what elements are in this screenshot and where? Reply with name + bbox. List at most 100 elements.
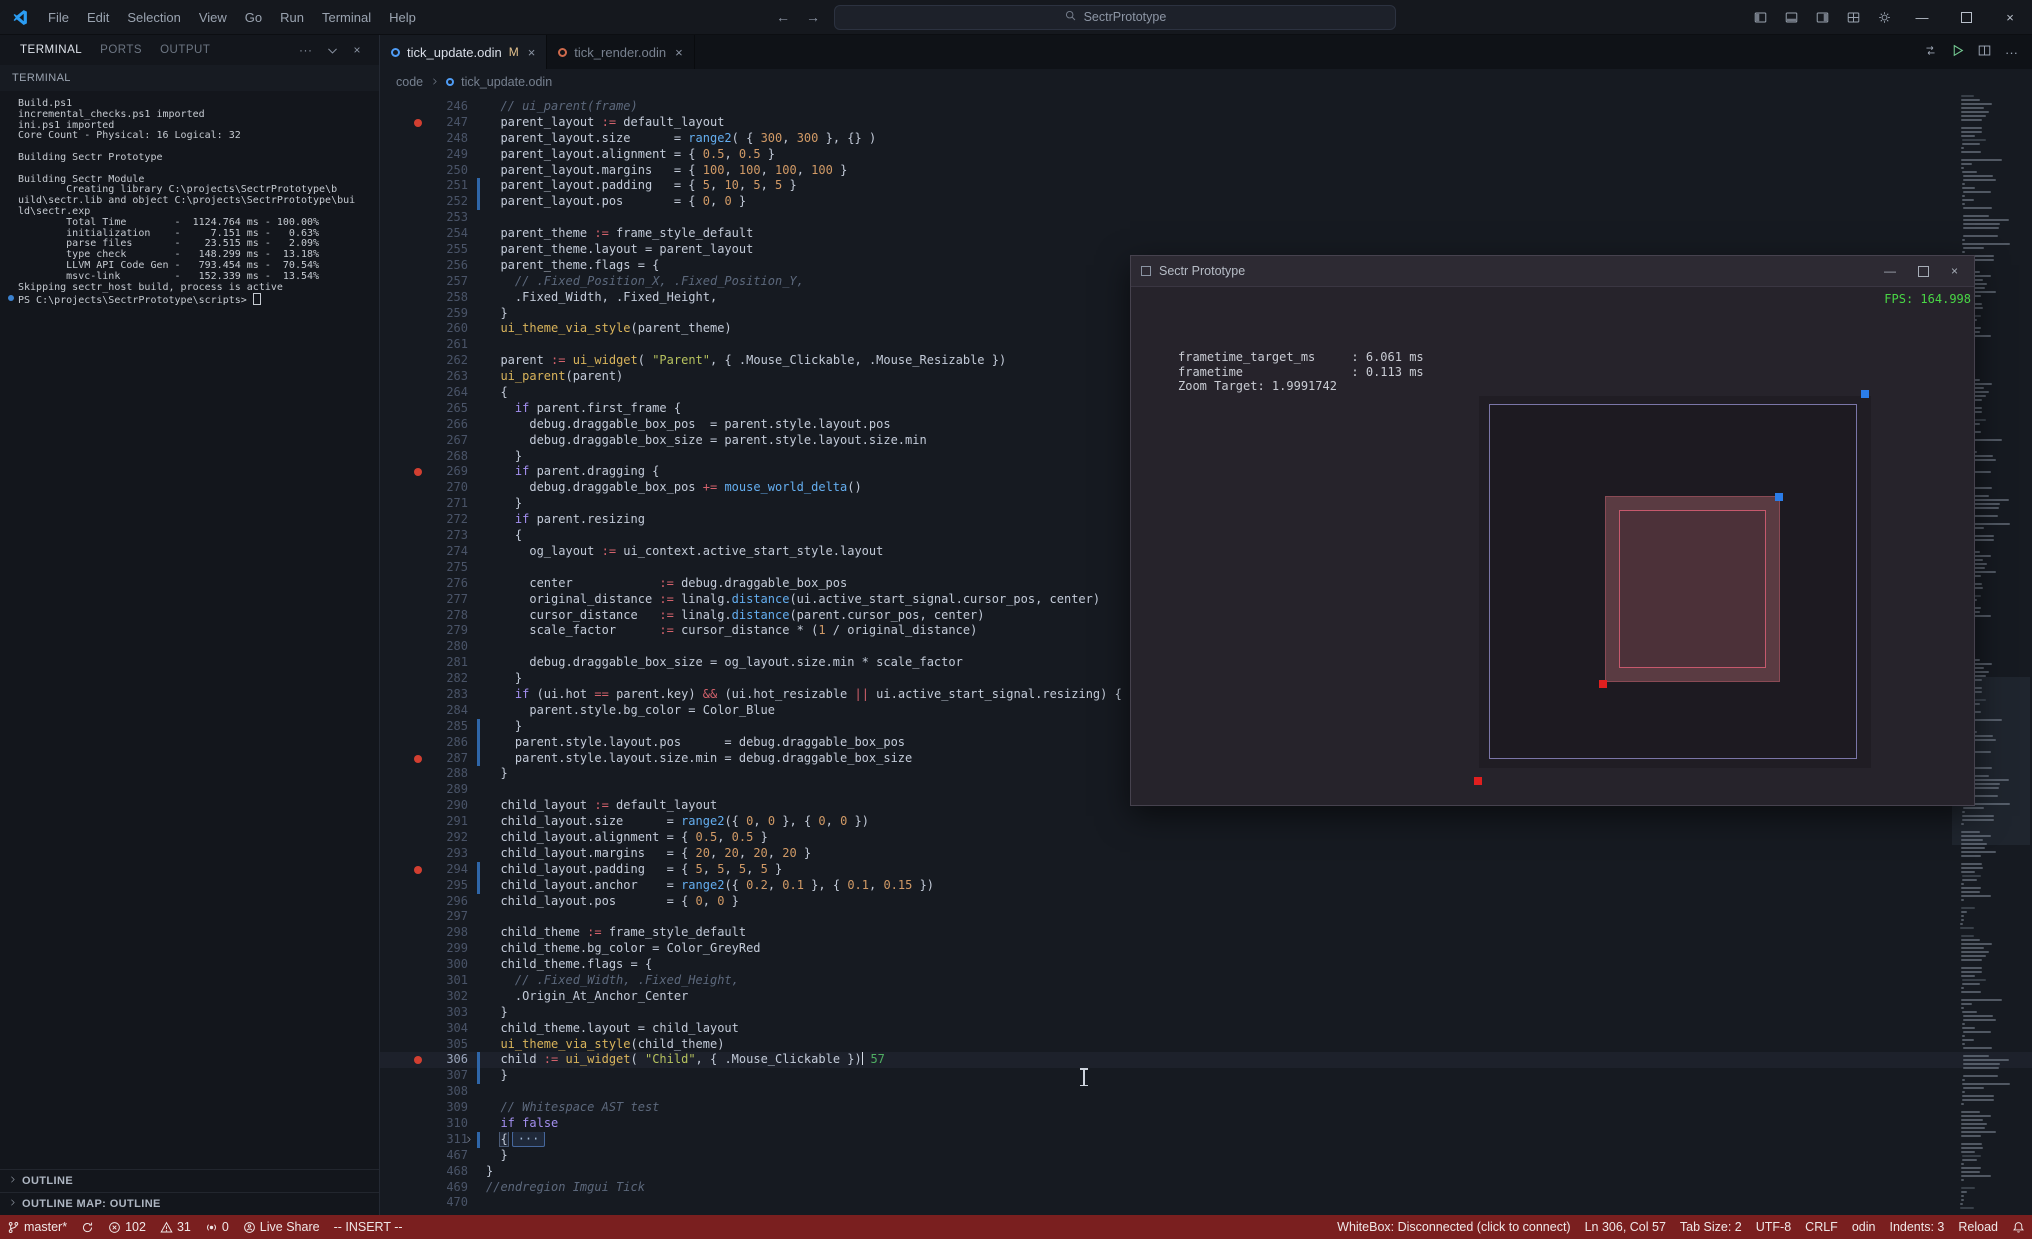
line-number[interactable]: 270 [380, 480, 468, 496]
line-number[interactable]: 267 [380, 433, 468, 449]
breadcrumb[interactable]: code tick_update.odin [380, 69, 2032, 95]
panel-tab-output[interactable]: OUTPUT [152, 35, 218, 65]
notifications-bell[interactable] [2005, 1215, 2032, 1239]
fold-chevron-icon[interactable] [464, 1133, 473, 1149]
code-line-311[interactable]: 311 {··· [380, 1131, 2032, 1149]
breadcrumb-file[interactable]: tick_update.odin [461, 75, 552, 89]
terminal-section-header[interactable]: TERMINAL [0, 65, 379, 91]
code-line-304[interactable]: 304 child_theme.layout = child_layout [380, 1021, 2032, 1037]
code-line-309[interactable]: 309 // Whitespace AST test [380, 1100, 2032, 1116]
code-line-248[interactable]: 248 parent_layout.size = range2( { 300, … [380, 131, 2032, 147]
code-line-249[interactable]: 249 parent_layout.alignment = { 0.5, 0.5… [380, 147, 2032, 163]
line-number[interactable]: 299 [380, 941, 468, 957]
line-number[interactable]: 263 [380, 369, 468, 385]
menu-terminal[interactable]: Terminal [313, 0, 380, 35]
line-number[interactable]: 289 [380, 782, 468, 798]
line-number[interactable]: 310 [380, 1116, 468, 1132]
sync-changes-button[interactable] [74, 1215, 101, 1239]
chevron-down-icon[interactable] [320, 44, 345, 57]
code-line-250[interactable]: 250 parent_layout.margins = { 100, 100, … [380, 163, 2032, 179]
tab-size-indicator[interactable]: Tab Size: 2 [1673, 1215, 1749, 1239]
line-number[interactable]: 284 [380, 703, 468, 719]
folded-region-pill[interactable]: ··· [511, 1131, 546, 1147]
line-number[interactable]: 255 [380, 242, 468, 258]
close-tab-icon[interactable]: × [675, 45, 683, 60]
line-number[interactable]: 261 [380, 337, 468, 353]
line-number[interactable]: 302 [380, 989, 468, 1005]
line-number[interactable]: 280 [380, 639, 468, 655]
line-number[interactable]: 273 [380, 528, 468, 544]
split-editor-icon[interactable] [1978, 44, 1991, 60]
line-number[interactable]: 269 [380, 464, 468, 480]
line-number[interactable]: 292 [380, 830, 468, 846]
reload-button[interactable]: Reload [1951, 1215, 2005, 1239]
line-number[interactable]: 259 [380, 306, 468, 322]
line-number[interactable]: 305 [380, 1037, 468, 1053]
line-number[interactable]: 268 [380, 449, 468, 465]
line-number[interactable]: 252 [380, 194, 468, 210]
code-line-246[interactable]: 246 // ui_parent(frame) [380, 99, 2032, 115]
layout-sidebar-left-icon[interactable] [1745, 11, 1776, 24]
code-line-468[interactable]: 468} [380, 1164, 2032, 1180]
line-number[interactable]: 249 [380, 147, 468, 163]
line-number[interactable]: 277 [380, 592, 468, 608]
eol-indicator[interactable]: CRLF [1798, 1215, 1845, 1239]
line-number[interactable]: 286 [380, 735, 468, 751]
debug-handle-red-dot[interactable] [1474, 777, 1482, 785]
vim-mode-indicator[interactable]: -- INSERT -- [327, 1215, 410, 1239]
line-number[interactable]: 272 [380, 512, 468, 528]
nav-forward-icon[interactable]: → [804, 9, 822, 25]
line-number[interactable]: 254 [380, 226, 468, 242]
code-line-251[interactable]: 251 parent_layout.padding = { 5, 10, 5, … [380, 178, 2032, 195]
code-line-295[interactable]: 295 child_layout.anchor = range2({ 0.2, … [380, 877, 2032, 894]
line-number[interactable]: 309 [380, 1100, 468, 1116]
code-line-254[interactable]: 254 parent_theme := frame_style_default [380, 226, 2032, 242]
line-number[interactable]: 275 [380, 560, 468, 576]
encoding-indicator[interactable]: UTF-8 [1749, 1215, 1798, 1239]
code-line-294[interactable]: 294 child_layout.padding = { 5, 5, 5, 5 … [380, 861, 2032, 878]
code-line-291[interactable]: 291 child_layout.size = range2({ 0, 0 },… [380, 814, 2032, 830]
code-line-299[interactable]: 299 child_theme.bg_color = Color_GreyRed [380, 941, 2032, 957]
line-number[interactable]: 468 [380, 1164, 468, 1180]
line-number[interactable]: 283 [380, 687, 468, 703]
close-tab-icon[interactable]: × [528, 45, 536, 60]
line-number[interactable]: 295 [380, 878, 468, 894]
sectr-maximize-button[interactable] [1917, 265, 1929, 277]
line-number[interactable]: 281 [380, 655, 468, 671]
menu-edit[interactable]: Edit [78, 0, 118, 35]
line-number[interactable]: 250 [380, 163, 468, 179]
code-line-308[interactable]: 308 [380, 1084, 2032, 1100]
line-number[interactable]: 247 [380, 115, 468, 131]
code-line-302[interactable]: 302 .Origin_At_Anchor_Center [380, 989, 2032, 1005]
terminal-output[interactable]: Build.ps1 incremental_checks.ps1 imported… [0, 91, 379, 1169]
line-number[interactable]: 251 [380, 178, 468, 194]
line-number[interactable]: 278 [380, 608, 468, 624]
line-number[interactable]: 257 [380, 274, 468, 290]
line-number[interactable]: 262 [380, 353, 468, 369]
panel-tab-terminal[interactable]: TERMINAL [12, 35, 91, 66]
forwarded-ports-indicator[interactable]: 0 [198, 1215, 236, 1239]
language-mode[interactable]: odin [1845, 1215, 1883, 1239]
line-number[interactable]: 282 [380, 671, 468, 687]
more-actions-icon[interactable]: ··· [293, 43, 319, 57]
line-number[interactable]: 265 [380, 401, 468, 417]
code-line-292[interactable]: 292 child_layout.alignment = { 0.5, 0.5 … [380, 830, 2032, 846]
nav-back-icon[interactable]: ← [774, 9, 792, 25]
debug-handle-red-dot[interactable] [1599, 680, 1607, 688]
line-number[interactable]: 297 [380, 909, 468, 925]
code-line-310[interactable]: 310 if false [380, 1116, 2032, 1132]
indents-indicator[interactable]: Indents: 3 [1882, 1215, 1951, 1239]
layout-sidebar-right-icon[interactable] [1807, 11, 1838, 24]
debug-handle-blue-dot[interactable] [1861, 390, 1869, 398]
code-line-298[interactable]: 298 child_theme := frame_style_default [380, 925, 2032, 941]
line-number[interactable]: 301 [380, 973, 468, 989]
line-number[interactable]: 298 [380, 925, 468, 941]
errors-indicator[interactable]: 102 [101, 1215, 153, 1239]
layout-customize-icon[interactable] [1838, 11, 1869, 24]
window-minimize-button[interactable]: — [1900, 0, 1944, 35]
line-number[interactable]: 303 [380, 1005, 468, 1021]
line-number[interactable]: 308 [380, 1084, 468, 1100]
code-line-467[interactable]: 467 } [380, 1148, 2032, 1164]
window-close-button[interactable]: × [1988, 0, 2032, 35]
menu-help[interactable]: Help [380, 0, 425, 35]
